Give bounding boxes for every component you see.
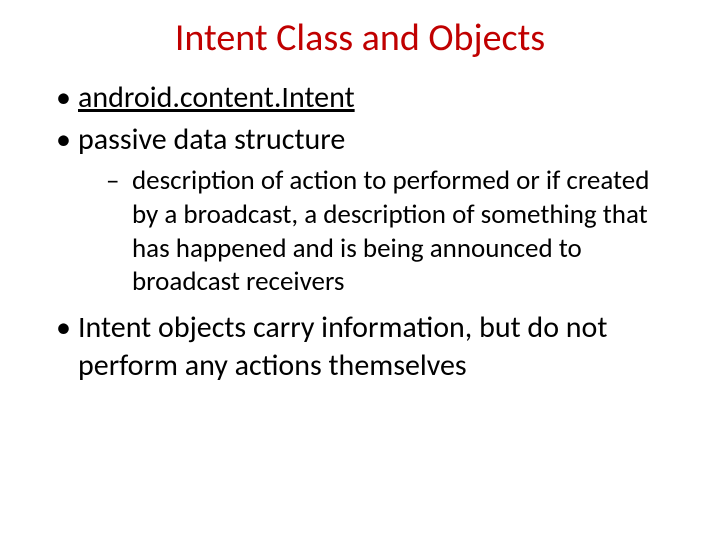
- sub-bullet-item: description of action to performed or if…: [104, 164, 670, 299]
- bullet-item: Intent objects carry information, but do…: [50, 309, 670, 384]
- slide-title: Intent Class and Objects: [50, 15, 670, 61]
- bullet-text: passive data structure: [78, 121, 345, 158]
- bullet-list: android.content.Intent passive data stru…: [50, 79, 670, 384]
- bullet-item-link: android.content.Intent: [50, 79, 670, 117]
- sub-bullet-list: description of action to performed or if…: [78, 164, 670, 299]
- bullet-item: passive data structure description of ac…: [50, 121, 670, 300]
- slide-content: Intent Class and Objects android.content…: [0, 0, 720, 408]
- intent-class-link[interactable]: android.content.Intent: [78, 79, 355, 116]
